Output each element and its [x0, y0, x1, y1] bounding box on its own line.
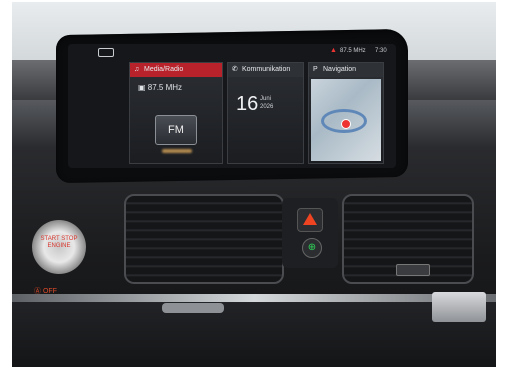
infotainment-screen: ▲ 87.5 MHz 7:30 ♫ Media/Radio ▣ 87.5 MHz… — [68, 44, 396, 168]
music-note-icon: ♫ — [134, 66, 140, 73]
lower-console — [12, 302, 496, 367]
status-frequency: 87.5 MHz — [340, 48, 366, 54]
chrome-trim — [12, 294, 496, 302]
lower-right-switches[interactable] — [432, 292, 486, 322]
tile-navigation-title: Navigation — [323, 66, 357, 73]
start-stop-engine-button[interactable]: START STOP ENGINE — [32, 220, 86, 274]
date-year: 2026 — [260, 104, 274, 110]
parking-icon: P — [313, 66, 318, 73]
fm-source-button[interactable]: FM — [155, 115, 197, 145]
tile-navigation-header: P Navigation — [309, 63, 383, 77]
date-month-year: Juni 2026 — [260, 95, 273, 111]
tile-kommunikation[interactable]: ✆ Kommunikation 16 Juni 2026 — [227, 62, 304, 164]
date-month: Juni — [260, 96, 272, 102]
screen-reflection — [162, 149, 192, 153]
app-icon — [98, 48, 114, 57]
seat-heating-button[interactable] — [396, 264, 430, 276]
warning-triangle-icon: ▲ — [330, 47, 337, 54]
start-stop-label: START STOP ENGINE — [40, 236, 78, 249]
status-bar: ▲ 87.5 MHz 7:30 — [68, 44, 396, 58]
hazard-button[interactable] — [297, 208, 323, 232]
tile-kommunikation-header: ✆ Kommunikation — [228, 63, 303, 77]
radio-icon: ▣ — [138, 83, 146, 92]
climate-control-strip[interactable] — [162, 303, 224, 313]
tile-media-title: Media/Radio — [144, 66, 184, 73]
location-pin-icon — [341, 119, 351, 129]
tile-media-header: ♫ Media/Radio — [130, 63, 222, 77]
car-dashboard-photo: ▲ 87.5 MHz 7:30 ♫ Media/Radio ▣ 87.5 MHz… — [12, 2, 496, 367]
hazard-triangle-icon — [303, 213, 317, 225]
phone-icon: ✆ — [232, 66, 238, 73]
media-frequency: ▣ 87.5 MHz — [138, 83, 183, 92]
tile-media-radio[interactable]: ♫ Media/Radio ▣ 87.5 MHz FM — [129, 62, 223, 164]
date-day: 16 — [236, 93, 259, 115]
tile-navigation[interactable]: P Navigation — [308, 62, 384, 164]
eco-mode-button[interactable]: ⊕ — [302, 238, 322, 258]
status-time: 7:30 — [375, 48, 387, 54]
left-air-vent — [124, 194, 284, 284]
tile-kommunikation-title: Kommunikation — [242, 66, 291, 73]
navigation-map[interactable] — [311, 79, 381, 161]
